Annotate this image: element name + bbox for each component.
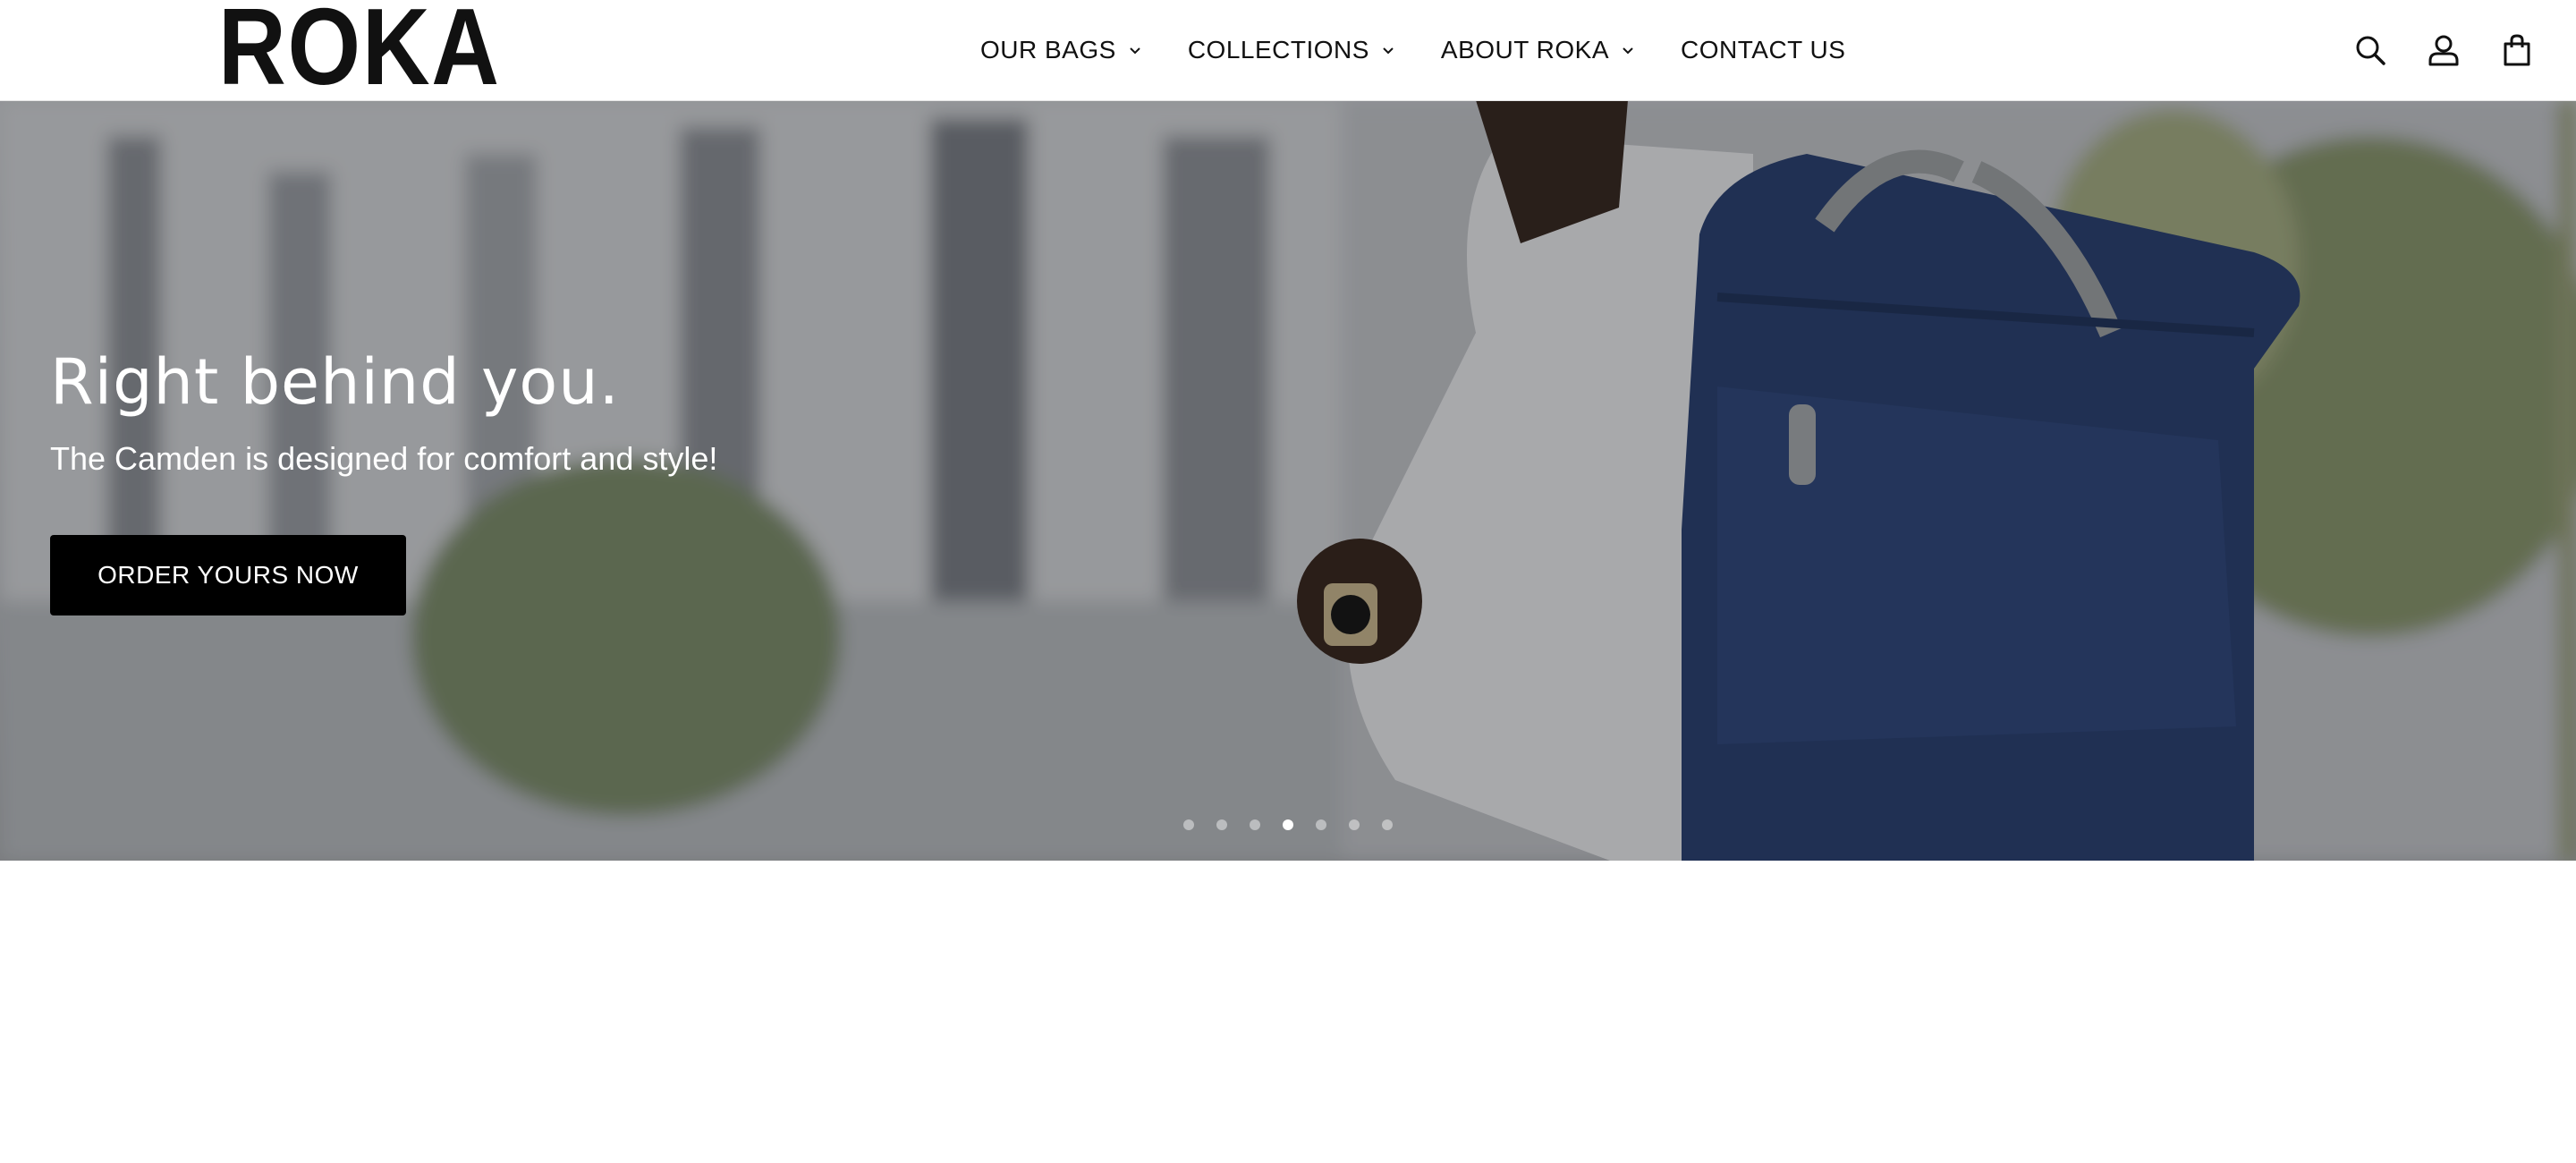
main-nav: OUR BAGS COLLECTIONS ABOUT ROKA CONTACT … [980, 0, 1845, 100]
carousel-dot[interactable] [1316, 819, 1326, 830]
header-actions [2352, 0, 2535, 100]
carousel-dot[interactable] [1250, 819, 1260, 830]
chevron-down-icon [1130, 47, 1140, 55]
carousel-dot[interactable] [1382, 819, 1393, 830]
nav-item-about-roka[interactable]: ABOUT ROKA [1441, 0, 1636, 100]
hero-overlay [0, 100, 2576, 861]
chevron-down-icon [1383, 47, 1394, 55]
site-header: ROKA OUR BAGS COLLECTIONS ABOUT ROKA CON… [0, 0, 2576, 101]
order-now-button[interactable]: ORDER YOURS NOW [50, 535, 406, 615]
account-icon[interactable] [2426, 32, 2462, 68]
nav-item-label: CONTACT US [1681, 36, 1846, 64]
search-icon[interactable] [2352, 32, 2388, 68]
cart-icon[interactable] [2499, 32, 2535, 68]
nav-item-label: OUR BAGS [980, 36, 1116, 64]
hero-heading: Right behind you. [50, 345, 620, 419]
carousel-dot[interactable] [1349, 819, 1360, 830]
hero-banner: Right behind you. The Camden is designed… [0, 100, 2576, 861]
nav-item-contact-us[interactable]: CONTACT US [1681, 0, 1845, 100]
carousel-dot[interactable] [1216, 819, 1227, 830]
nav-item-label: COLLECTIONS [1187, 36, 1369, 64]
chevron-down-icon [1623, 47, 1633, 55]
nav-item-our-bags[interactable]: OUR BAGS [980, 0, 1143, 100]
carousel-dot[interactable] [1183, 819, 1194, 830]
brand-logo[interactable]: ROKA [218, 0, 501, 101]
nav-item-label: ABOUT ROKA [1440, 36, 1610, 64]
nav-item-collections[interactable]: COLLECTIONS [1188, 0, 1396, 100]
carousel-dot[interactable] [1283, 819, 1293, 830]
carousel-dots [0, 816, 2576, 834]
hero-subheading: The Camden is designed for comfort and s… [50, 440, 718, 477]
